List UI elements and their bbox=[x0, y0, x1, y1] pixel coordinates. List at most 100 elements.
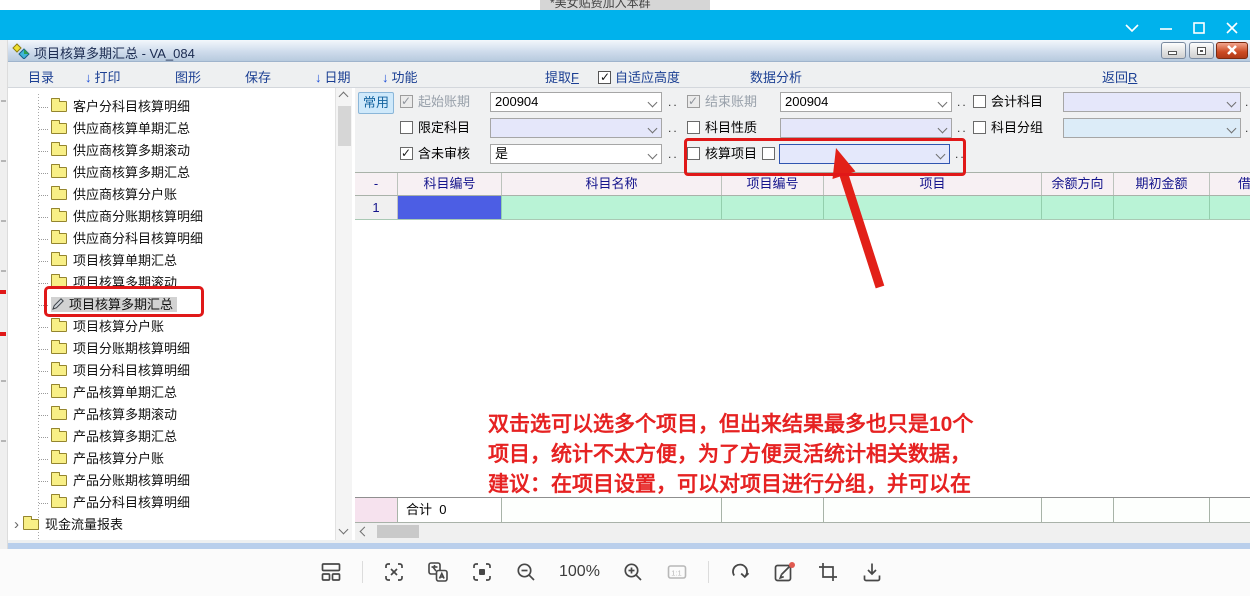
zoom-level: 100% bbox=[557, 563, 602, 581]
cell-balance-direction[interactable] bbox=[1042, 196, 1114, 219]
column-header: - bbox=[355, 173, 398, 195]
cell-subject-code-selected[interactable] bbox=[398, 196, 502, 219]
subject-group-combo[interactable] bbox=[1063, 118, 1241, 138]
scroll-left-icon[interactable] bbox=[361, 528, 370, 537]
filter-form: 常用 起始账期 200904 .. 结束账期 200904 .. 会计科目 ..… bbox=[355, 88, 1250, 172]
cell-subject-name[interactable] bbox=[502, 196, 722, 219]
menu-graph[interactable]: 图形 bbox=[175, 67, 201, 86]
folder-icon bbox=[51, 189, 67, 200]
expand-icon[interactable]: › bbox=[14, 514, 19, 536]
window-titlebar: 项目核算多期汇总 - VA_084 bbox=[8, 40, 1250, 62]
menu-save[interactable]: 保存 bbox=[245, 67, 271, 86]
tree-scrollbar-thumb[interactable] bbox=[338, 106, 351, 146]
scroll-down-icon[interactable] bbox=[340, 526, 349, 535]
menu-autofit-height[interactable]: 自适应高度 bbox=[598, 67, 680, 86]
start-period-combo[interactable]: 200904 bbox=[490, 92, 662, 112]
tree-item[interactable]: 产品分账期核算明细 bbox=[8, 470, 334, 492]
accounting-project-combo[interactable] bbox=[779, 144, 950, 164]
ocr-select-icon[interactable] bbox=[381, 559, 407, 585]
window-close-button[interactable] bbox=[1216, 42, 1248, 59]
edit-icon[interactable] bbox=[771, 559, 797, 585]
include-unaudited-combo[interactable]: 是 bbox=[490, 144, 662, 164]
tree-item-selected[interactable]: 项目核算多期汇总 bbox=[8, 294, 334, 316]
folder-icon bbox=[51, 321, 67, 332]
tree-scrollbar[interactable] bbox=[335, 88, 352, 540]
tree-item[interactable]: 供应商核算多期滚动 bbox=[8, 140, 334, 162]
cell-debit[interactable] bbox=[1210, 196, 1250, 219]
label-accounting-project: 核算项目 bbox=[705, 144, 757, 164]
window-minimize-button[interactable] bbox=[1161, 42, 1186, 59]
crop-icon[interactable] bbox=[815, 559, 841, 585]
cell-opening-amount[interactable] bbox=[1114, 196, 1210, 219]
folder-icon bbox=[51, 475, 67, 486]
totals-rowhead bbox=[355, 498, 398, 522]
cell-project[interactable] bbox=[824, 196, 1042, 219]
tree-item[interactable]: 产品核算多期汇总 bbox=[8, 426, 334, 448]
tree-item[interactable]: 产品分科目核算明细 bbox=[8, 492, 334, 514]
zoom-out-icon[interactable] bbox=[513, 559, 539, 585]
table-horizontal-scrollbar[interactable] bbox=[355, 523, 1250, 540]
outer-titlebar bbox=[0, 10, 1250, 40]
hscrollbar-thumb[interactable] bbox=[377, 525, 419, 538]
menu-catalog[interactable]: 目录 bbox=[28, 67, 54, 86]
checkbox-accounting-project-extra[interactable] bbox=[762, 147, 775, 160]
close-icon[interactable] bbox=[1224, 22, 1240, 34]
tree-item-root[interactable]: ›现金流量报表 bbox=[8, 514, 334, 536]
cell-project-code[interactable] bbox=[722, 196, 824, 219]
limit-subject-combo[interactable] bbox=[490, 118, 662, 138]
menu-extract[interactable]: 提取F bbox=[545, 67, 579, 86]
checkbox-limit-subject[interactable] bbox=[400, 121, 413, 134]
checkbox-end-period[interactable] bbox=[687, 95, 700, 108]
tree-item[interactable]: 项目分账期核算明细 bbox=[8, 338, 334, 360]
report-pane: 常用 起始账期 200904 .. 结束账期 200904 .. 会计科目 ..… bbox=[355, 88, 1250, 540]
tree-item[interactable]: 项目核算单期汇总 bbox=[8, 250, 334, 272]
tree-item[interactable]: 产品核算单期汇总 bbox=[8, 382, 334, 404]
tree-item[interactable]: 客户分科目核算明细 bbox=[8, 96, 334, 118]
checkbox-subject-nature[interactable] bbox=[687, 121, 700, 134]
tree-item[interactable]: 项目核算多期滚动 bbox=[8, 272, 334, 294]
menu-function[interactable]: ↓功能 bbox=[382, 67, 418, 86]
translate-icon[interactable] bbox=[425, 559, 451, 585]
folder-icon bbox=[51, 431, 67, 442]
download-icon[interactable] bbox=[859, 559, 885, 585]
menu-data-analysis[interactable]: 数据分析 bbox=[750, 67, 802, 86]
tree-item[interactable]: 供应商核算分户账 bbox=[8, 184, 334, 206]
scroll-up-icon[interactable] bbox=[340, 93, 349, 102]
subject-nature-combo[interactable] bbox=[780, 118, 952, 138]
menu-return[interactable]: 返回R bbox=[1102, 67, 1137, 86]
checkbox-checked-icon[interactable] bbox=[598, 71, 611, 84]
tree-item[interactable]: 供应商分账期核算明细 bbox=[8, 206, 334, 228]
minimize-icon[interactable] bbox=[1158, 22, 1174, 34]
background-strip: *美女贴费加入本群 bbox=[0, 0, 1250, 10]
tab-common[interactable]: 常用 bbox=[358, 92, 394, 114]
chevron-down-icon[interactable] bbox=[1124, 22, 1140, 34]
end-period-combo[interactable]: 200904 bbox=[780, 92, 952, 112]
column-header: 科目名称 bbox=[502, 173, 722, 195]
menubar: 目录 ↓打印 图形 保存 ↓日期 ↓功能 提取F 自适应高度 数据分析 返回R bbox=[8, 63, 1250, 88]
tree-item[interactable]: 产品核算分户账 bbox=[8, 448, 334, 470]
tree-item[interactable]: 产品核算多期滚动 bbox=[8, 404, 334, 426]
tree-item[interactable]: 供应商分科目核算明细 bbox=[8, 228, 334, 250]
rotate-icon[interactable] bbox=[727, 559, 753, 585]
tree-item[interactable]: 项目核算分户账 bbox=[8, 316, 334, 338]
tree-item[interactable]: 供应商核算多期汇总 bbox=[8, 162, 334, 184]
totals-cell bbox=[722, 498, 824, 522]
maximize-icon[interactable] bbox=[1191, 22, 1207, 34]
down-arrow-icon: ↓ bbox=[315, 70, 322, 85]
tree-item[interactable]: 项目分科目核算明细 bbox=[8, 360, 334, 382]
account-subject-combo[interactable] bbox=[1063, 92, 1241, 112]
menu-print[interactable]: ↓打印 bbox=[85, 67, 121, 86]
checkbox-accounting-project[interactable] bbox=[687, 147, 700, 160]
row-number[interactable]: 1 bbox=[355, 196, 398, 219]
fullscreen-icon[interactable] bbox=[469, 559, 495, 585]
checkbox-start-period[interactable] bbox=[400, 95, 413, 108]
tree-item[interactable]: 供应商核算单期汇总 bbox=[8, 118, 334, 140]
layout-icon[interactable] bbox=[318, 559, 344, 585]
one-to-one-icon[interactable]: 1:1 bbox=[664, 559, 690, 585]
checkbox-account-subject[interactable] bbox=[973, 95, 986, 108]
checkbox-subject-group[interactable] bbox=[973, 121, 986, 134]
zoom-in-icon[interactable] bbox=[620, 559, 646, 585]
window-restore-button[interactable] bbox=[1189, 42, 1214, 59]
menu-date[interactable]: ↓日期 bbox=[315, 67, 351, 86]
checkbox-include-unaudited[interactable] bbox=[400, 147, 413, 160]
